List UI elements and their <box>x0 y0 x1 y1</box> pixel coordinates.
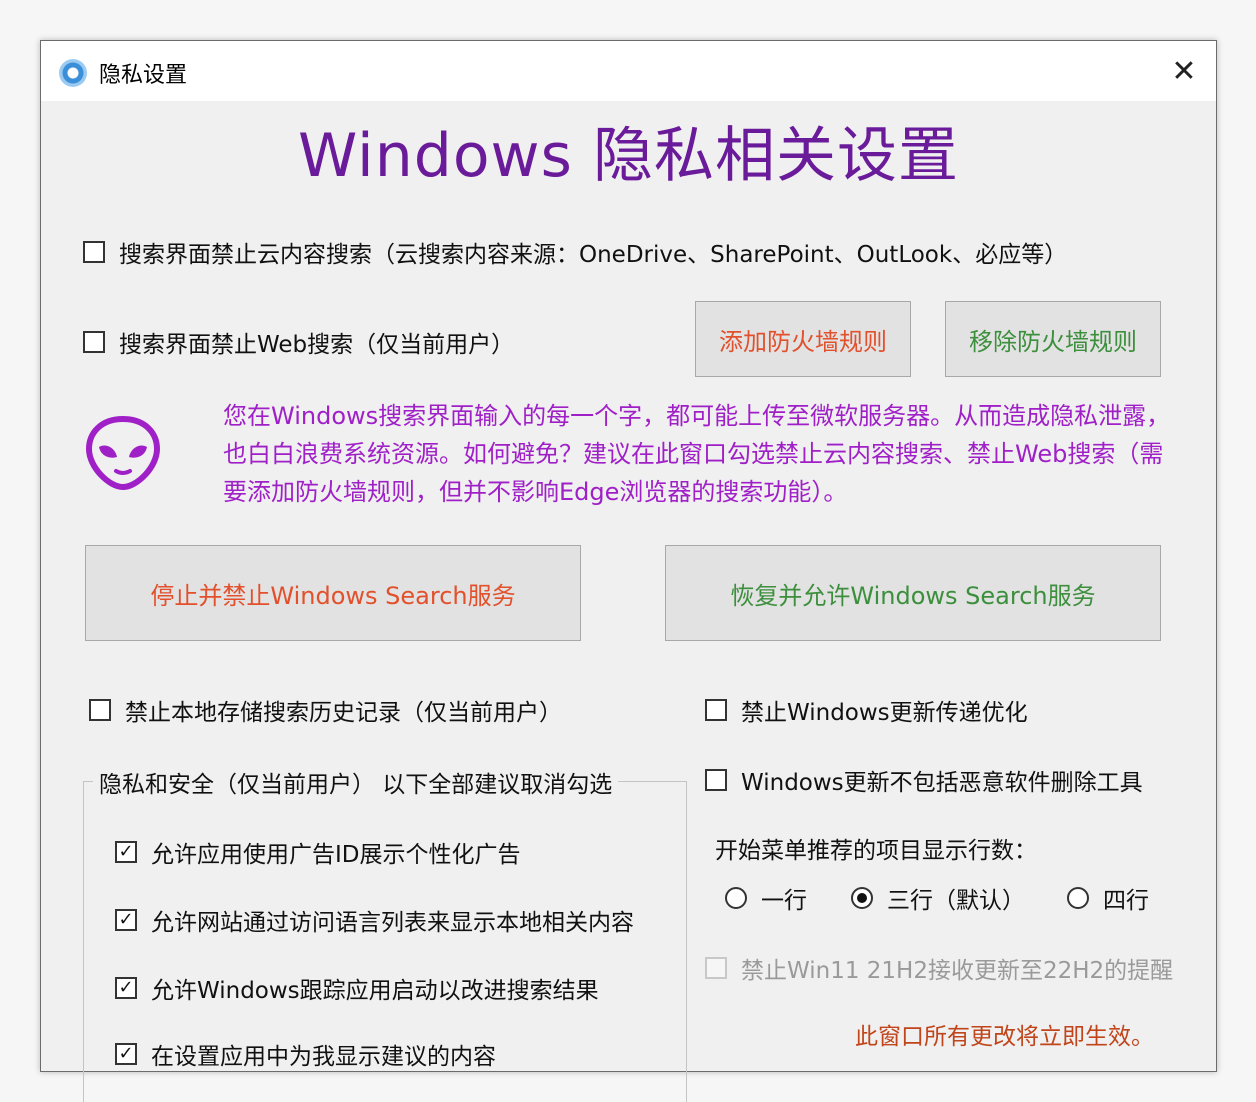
checkbox-box[interactable] <box>705 769 727 791</box>
checkbox-box[interactable] <box>89 699 111 721</box>
disable-22h2-reminder-checkbox[interactable]: 禁止Win11 21H2接收更新至22H2的提醒 <box>705 951 1173 985</box>
disable-delivery-optimization-checkbox[interactable]: 禁止Windows更新传递优化 <box>705 693 1028 727</box>
privacy-warning-text: 您在Windows搜索界面输入的每一个字，都可能上传至微软服务器。从而造成隐私泄… <box>223 402 1171 506</box>
disable-cloud-search-checkbox[interactable]: 搜索界面禁止云内容搜索（云搜索内容来源：OneDrive、SharePoint、… <box>83 235 1067 269</box>
apply-immediately-note: 此窗口所有更改将立即生效。 <box>855 1024 1154 1050</box>
rows-three-radio[interactable]: 三行（默认） <box>851 881 1025 915</box>
radio-button[interactable] <box>1067 887 1089 909</box>
checkbox-label: Windows更新不包括恶意软件删除工具 <box>741 770 1143 796</box>
checkbox-label: 禁止本地存储搜索历史记录（仅当前用户） <box>125 700 562 726</box>
allow-language-list-checkbox[interactable]: ✓ 允许网站通过访问语言列表来显示本地相关内容 <box>115 903 634 937</box>
checkbox-box[interactable] <box>705 957 727 979</box>
checkbox-label: 搜索界面禁止云内容搜索（云搜索内容来源：OneDrive、SharePoint、… <box>119 242 1068 268</box>
checkbox-label: 允许Windows跟踪应用启动以改进搜索结果 <box>151 978 599 1004</box>
privacy-settings-window: 隐私设置 ✕ Windows 隐私相关设置 搜索界面禁止云内容搜索（云搜索内容来… <box>40 40 1217 1102</box>
checkbox-label: 禁止Windows更新传递优化 <box>741 700 1028 726</box>
stop-search-service-button[interactable]: 停止并禁止Windows Search服务 <box>85 545 581 641</box>
checkbox-box[interactable]: ✓ <box>115 909 137 931</box>
checkbox-box[interactable] <box>705 699 727 721</box>
restore-search-service-button[interactable]: 恢复并允许Windows Search服务 <box>665 545 1161 641</box>
checkbox-label: 禁止Win11 21H2接收更新至22H2的提醒 <box>741 958 1174 984</box>
disable-web-search-checkbox[interactable]: 搜索界面禁止Web搜索（仅当前用户） <box>83 325 514 359</box>
add-firewall-rule-button[interactable]: 添加防火墙规则 <box>695 301 911 377</box>
radio-button[interactable] <box>851 887 873 909</box>
exclude-malware-removal-tool-checkbox[interactable]: Windows更新不包括恶意软件删除工具 <box>705 763 1143 797</box>
radio-label: 三行（默认） <box>887 888 1025 914</box>
show-suggested-content-checkbox[interactable]: ✓ 在设置应用中为我显示建议的内容 <box>115 1037 496 1071</box>
checkbox-label: 搜索界面禁止Web搜索（仅当前用户） <box>119 332 515 358</box>
rows-one-radio[interactable]: 一行 <box>725 881 807 915</box>
disable-local-search-history-checkbox[interactable]: 禁止本地存储搜索历史记录（仅当前用户） <box>89 693 562 727</box>
checkbox-label: 允许应用使用广告ID展示个性化广告 <box>151 842 521 868</box>
checkbox-box[interactable] <box>83 241 105 263</box>
remove-firewall-rule-button[interactable]: 移除防火墙规则 <box>945 301 1161 377</box>
allow-app-launch-tracking-checkbox[interactable]: ✓ 允许Windows跟踪应用启动以改进搜索结果 <box>115 971 599 1005</box>
checkbox-label: 在设置应用中为我显示建议的内容 <box>151 1044 496 1070</box>
start-menu-rows-label: 开始菜单推荐的项目显示行数： <box>715 838 1037 864</box>
checkbox-box[interactable]: ✓ <box>115 977 137 999</box>
checkbox-box[interactable]: ✓ <box>115 1043 137 1065</box>
group-title: 隐私和安全（仅当前用户） 以下全部建议取消勾选 <box>93 765 619 799</box>
allow-ad-id-checkbox[interactable]: ✓ 允许应用使用广告ID展示个性化广告 <box>115 835 521 869</box>
gear-icon <box>59 59 87 87</box>
radio-label: 一行 <box>761 888 807 914</box>
checkbox-label: 允许网站通过访问语言列表来显示本地相关内容 <box>151 910 634 936</box>
window-title: 隐私设置 <box>99 63 188 88</box>
page-title: Windows 隐私相关设置 <box>298 121 959 191</box>
checkbox-box[interactable] <box>83 331 105 353</box>
radio-label: 四行 <box>1103 888 1149 914</box>
rows-four-radio[interactable]: 四行 <box>1067 881 1149 915</box>
radio-button[interactable] <box>725 887 747 909</box>
close-button[interactable]: ✕ <box>1152 41 1216 101</box>
alien-icon <box>85 415 161 491</box>
title-bar: 隐私设置 ✕ <box>41 41 1216 101</box>
checkbox-box[interactable]: ✓ <box>115 841 137 863</box>
